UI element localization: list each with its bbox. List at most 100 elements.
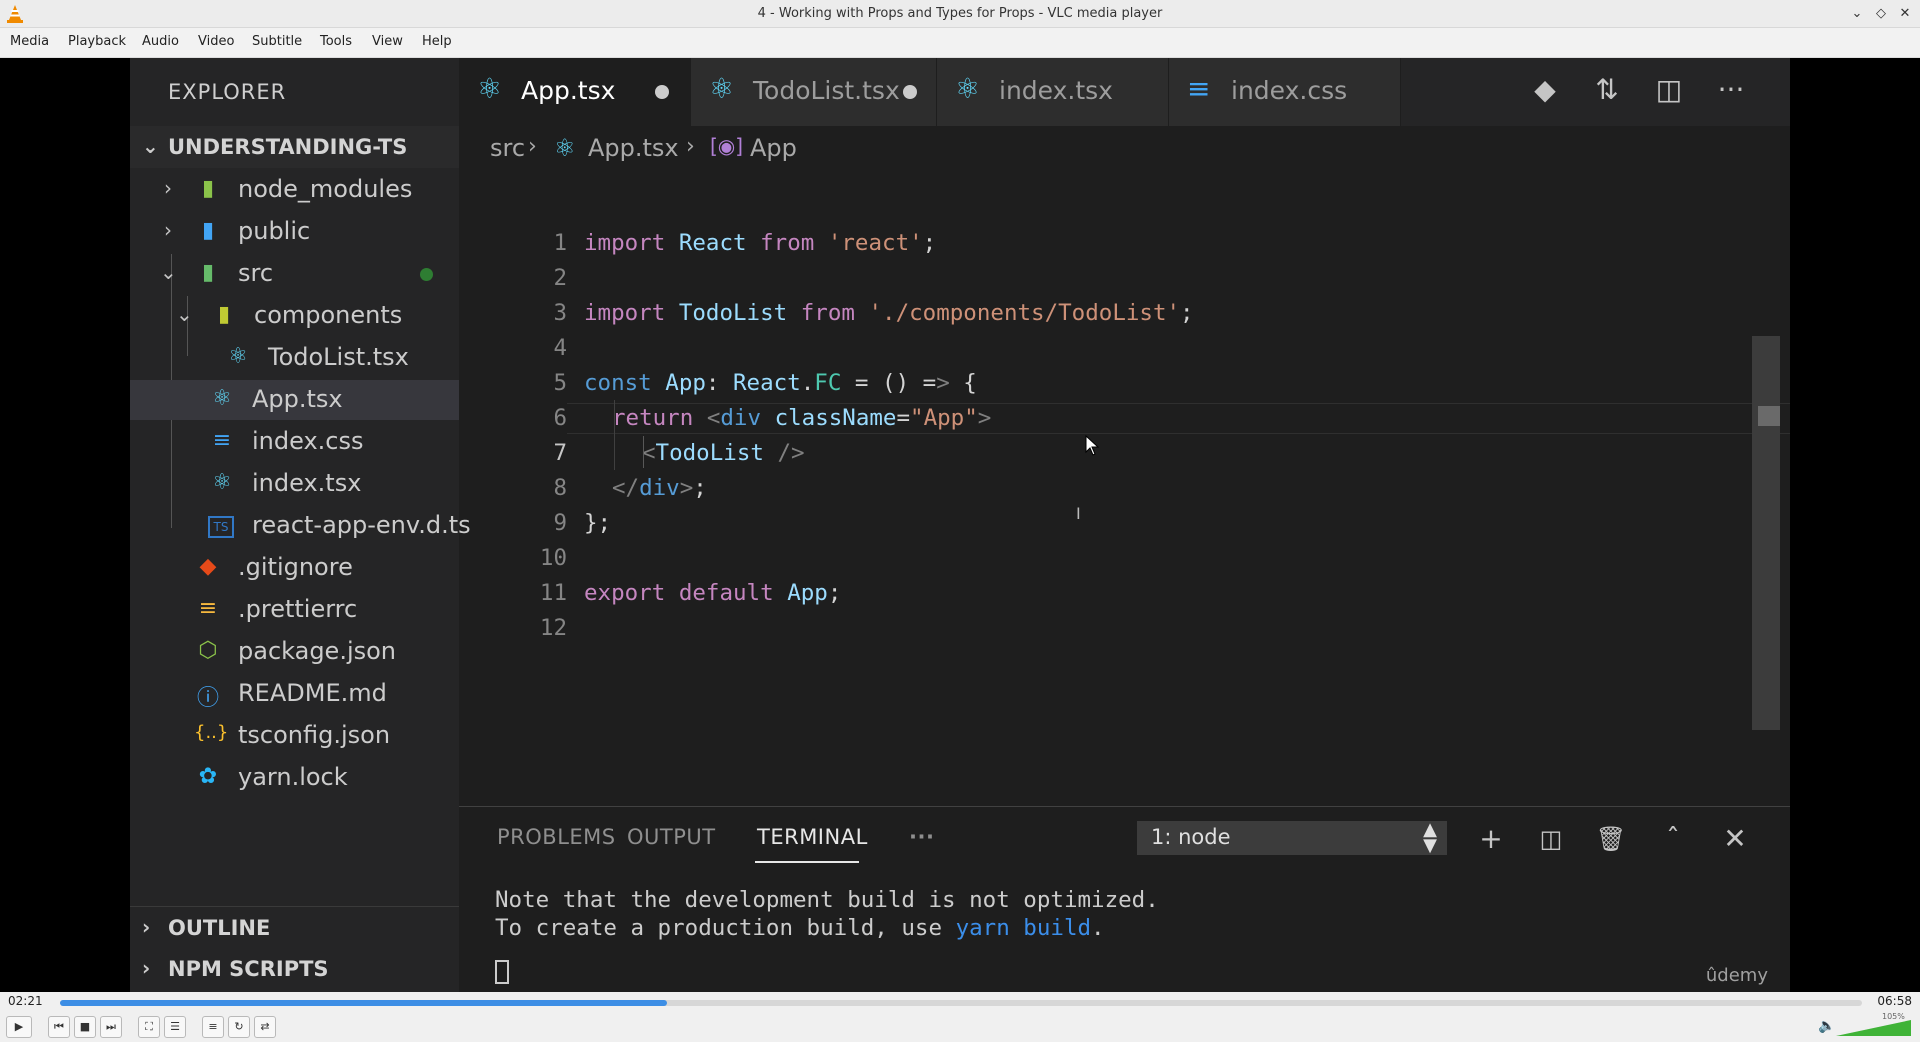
tree-item-tsconfig: {..} tsconfig.json xyxy=(130,716,459,756)
tree-item-public: › ▮ public xyxy=(130,212,459,252)
player-controls: 02:21 06:58 ▶ ⏮ ■ ⏭ ⛶ ☰ ≡ ↻ ⇄ 🔈 105% xyxy=(0,992,1920,1042)
editor-scrollbar[interactable] xyxy=(1752,336,1780,730)
terminal-text: . xyxy=(1091,915,1105,941)
next-button[interactable]: ⏭ xyxy=(100,1016,122,1038)
react-icon: ⚛ xyxy=(212,470,232,495)
trash-icon: 🗑 xyxy=(1595,825,1627,853)
minimize-icon[interactable]: ⌄ xyxy=(1848,5,1866,23)
active-tab-underline xyxy=(755,861,859,863)
tree-item-label: index.css xyxy=(252,427,364,455)
line-number: 8 xyxy=(553,475,567,501)
outline-section: › OUTLINE xyxy=(130,906,459,948)
chevron-right-icon: › xyxy=(142,915,151,939)
menu-view[interactable]: View xyxy=(372,34,403,49)
explorer-sidebar: EXPLORER ⌄ UNDERSTANDING-TS › ▮ node_mod… xyxy=(130,58,471,992)
title-bar: 4 - Working with Props and Types for Pro… xyxy=(0,0,1920,28)
menu-tools[interactable]: Tools xyxy=(320,34,352,49)
tree-item-prettierrc: ≡ .prettierrc xyxy=(130,590,459,630)
line-number: 7 xyxy=(553,440,567,466)
modified-dot-icon xyxy=(903,85,917,99)
playlist-button[interactable]: ≡ xyxy=(202,1016,224,1038)
udemy-watermark: ûdemy xyxy=(1705,965,1768,986)
line-number: 3 xyxy=(553,300,567,326)
code-line: <TodoList /> xyxy=(642,440,805,466)
panel-tab-output: OUTPUT xyxy=(627,825,716,849)
project-name: UNDERSTANDING-TS xyxy=(168,135,408,159)
react-icon: ⚛ xyxy=(477,72,503,105)
line-number: 2 xyxy=(553,265,567,291)
editor-tab-bar: ⚛ App.tsx ⚛ TodoList.tsx ⚛ index.tsx ≡ i… xyxy=(459,58,1790,126)
folder-components-icon: ▮ xyxy=(217,302,231,327)
code-line: export default App; xyxy=(584,580,842,606)
indent-guide xyxy=(643,436,644,468)
folder-public-icon: ▮ xyxy=(201,218,215,243)
split-terminal-icon: ◫ xyxy=(1539,825,1563,853)
tree-item-todolist: ⚛ TodoList.tsx xyxy=(130,338,459,378)
prettier-icon: ≡ xyxy=(198,596,218,621)
tree-item-label: index.tsx xyxy=(252,469,362,497)
chevron-right-icon: › xyxy=(142,956,151,980)
menu-subtitle[interactable]: Subtitle xyxy=(252,34,302,49)
outline-label: OUTLINE xyxy=(168,916,271,940)
tree-item-package-json: ⬡ package.json xyxy=(130,632,459,672)
elapsed-time: 02:21 xyxy=(8,994,43,1008)
tab-label: index.tsx xyxy=(999,76,1113,105)
play-button[interactable]: ▶ xyxy=(6,1016,32,1038)
tab-label: index.css xyxy=(1231,76,1348,105)
line-number: 6 xyxy=(553,405,567,431)
menu-help[interactable]: Help xyxy=(422,34,452,49)
code-line: </div>; xyxy=(612,475,707,501)
tree-item-label: .gitignore xyxy=(238,553,353,581)
tree-item-label: README.md xyxy=(238,679,387,707)
text-cursor-icon: I xyxy=(1076,504,1081,523)
menu-playback[interactable]: Playback xyxy=(68,34,126,49)
terminal-select-value: 1: node xyxy=(1151,825,1231,849)
code-line: return <div className="App"> xyxy=(612,405,992,431)
restore-icon[interactable]: ◇ xyxy=(1872,5,1890,23)
volume-slider[interactable] xyxy=(1836,1020,1911,1036)
tree-item-label: src xyxy=(238,259,274,287)
total-time: 06:58 xyxy=(1877,994,1912,1008)
menu-media[interactable]: Media xyxy=(10,34,49,49)
ts-icon: TS xyxy=(208,516,234,538)
previous-button[interactable]: ⏮ xyxy=(48,1016,70,1038)
tree-item-label: .prettierrc xyxy=(238,595,358,623)
line-number: 9 xyxy=(553,510,567,536)
stop-button[interactable]: ■ xyxy=(74,1016,96,1038)
tree-item-label: react-app-env.d.ts xyxy=(252,511,471,539)
tree-item-label: package.json xyxy=(238,637,397,665)
css-icon: ≡ xyxy=(1187,72,1211,105)
fullscreen-button[interactable]: ⛶ xyxy=(138,1016,160,1038)
video-frame[interactable]: EXPLORER ⌄ UNDERSTANDING-TS › ▮ node_mod… xyxy=(0,58,1920,992)
line-number: 1 xyxy=(553,230,567,256)
tree-item-label: TodoList.tsx xyxy=(268,343,409,371)
breadcrumb-symbol: App xyxy=(750,134,797,162)
tree-item-app: ⚛ App.tsx xyxy=(130,380,459,420)
explorer-title: EXPLORER xyxy=(168,80,287,104)
modified-dot-icon xyxy=(655,85,669,99)
tree-item-src: ⌄ ▮ src xyxy=(130,254,459,294)
loop-button[interactable]: ↻ xyxy=(228,1016,250,1038)
symbol-icon: [◉] xyxy=(710,134,744,158)
tree-item-yarn-lock: ✿ yarn.lock xyxy=(130,758,459,798)
git-compare-icon: ◆ xyxy=(1534,73,1556,106)
tab-app-tsx: ⚛ App.tsx xyxy=(459,58,691,126)
react-icon: ⚛ xyxy=(228,344,248,369)
volume-icon[interactable]: 🔈 xyxy=(1818,1018,1835,1034)
shuffle-button[interactable]: ⇄ xyxy=(254,1016,276,1038)
react-icon: ⚛ xyxy=(955,72,981,105)
code-line: import TodoList from './components/TodoL… xyxy=(584,300,1194,326)
line-number: 4 xyxy=(553,335,567,361)
react-icon: ⚛ xyxy=(554,134,576,162)
react-icon: ⚛ xyxy=(709,72,735,105)
terminal-text: To create a production build, use xyxy=(495,915,956,941)
project-section: ⌄ UNDERSTANDING-TS xyxy=(130,126,459,168)
close-icon[interactable]: ✕ xyxy=(1896,5,1914,23)
extended-settings-button[interactable]: ☰ xyxy=(164,1016,186,1038)
tree-item-node-modules: › ▮ node_modules xyxy=(130,170,459,210)
seek-bar[interactable] xyxy=(60,1000,1862,1006)
code-editor: 1 2 3 4 5 6 7 8 9 10 11 12 import React … xyxy=(459,168,1790,730)
menu-audio[interactable]: Audio xyxy=(142,34,179,49)
menu-video[interactable]: Video xyxy=(198,34,234,49)
terminal-line: Note that the development build is not o… xyxy=(495,887,1159,913)
